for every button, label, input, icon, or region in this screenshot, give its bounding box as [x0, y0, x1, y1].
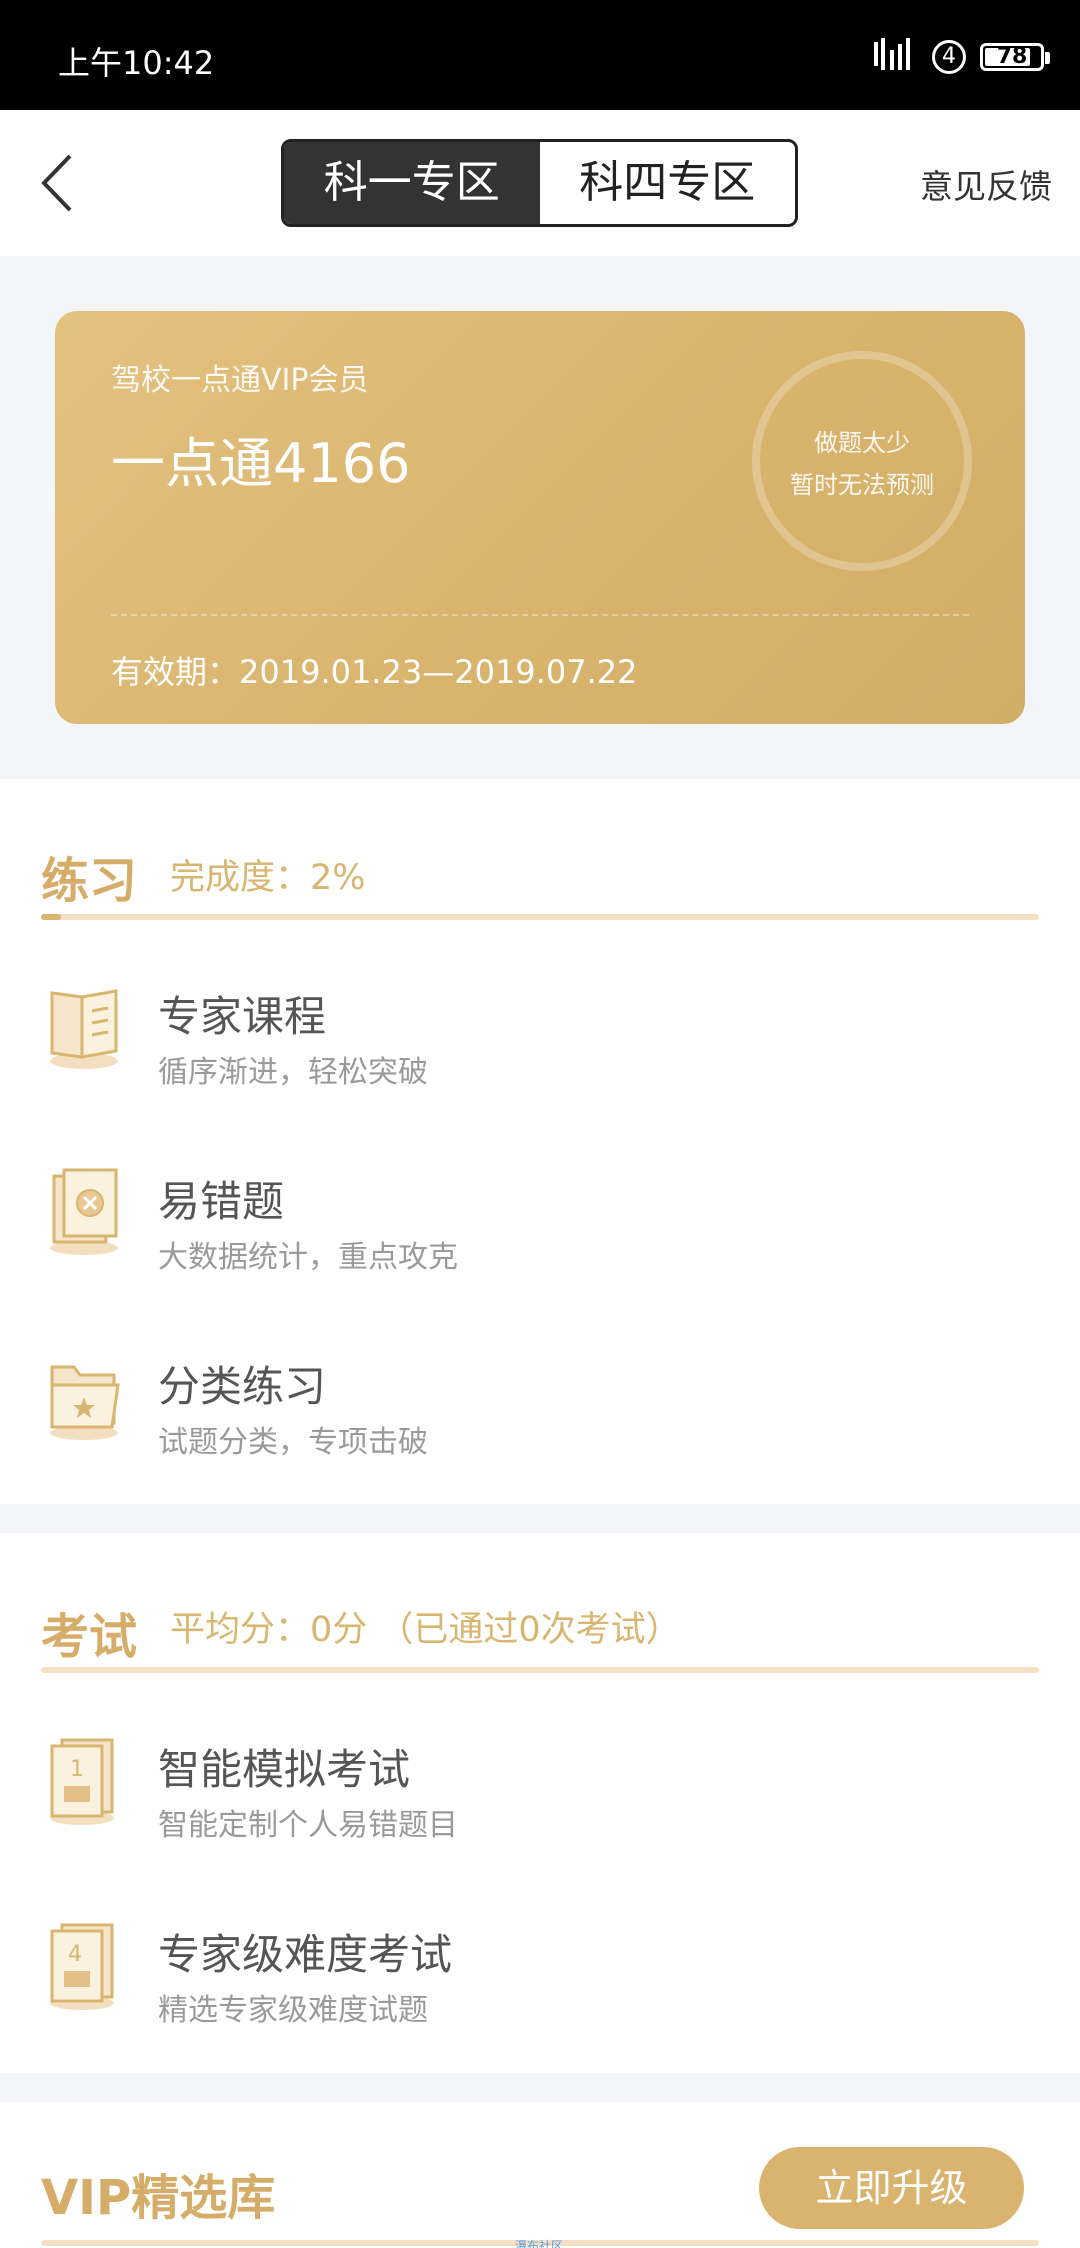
tab-subject-four[interactable]: 科四专区	[540, 142, 796, 224]
list-item-desc: 试题分类，专项击破	[158, 1425, 428, 1460]
battery-icon: 78	[980, 43, 1050, 71]
status-bar: 上午10:42 4 78	[0, 0, 1080, 110]
prediction-ring: 做题太少 暂时无法预测	[752, 351, 972, 571]
list-item-desc: 循序渐进，轻松突破	[158, 1055, 428, 1090]
practice-completion: 完成度：2%	[170, 858, 366, 898]
list-item-title: 分类练习	[158, 1362, 327, 1411]
list-item-expert-exam[interactable]: 4 专家级难度考试 精选专家级难度试题	[0, 1921, 1080, 2071]
feedback-link[interactable]: 意见反馈	[920, 160, 1052, 208]
folder-star-icon	[50, 1365, 120, 1440]
practice-progress-bar	[41, 914, 1039, 920]
nav-bar: 科一专区 科四专区 意见反馈	[0, 110, 1080, 256]
error-card-icon	[50, 1168, 118, 1255]
list-item-title: 专家级难度考试	[158, 1930, 453, 1979]
vip-validity: 有效期：2019.01.23—2019.07.22	[111, 653, 638, 691]
exam-section: 考试 平均分：0分 （已通过0次考试） 1 智能模拟考试 智能定制个人易错题目 …	[0, 1533, 1080, 2073]
exam-4-icon: 4	[50, 1923, 114, 2010]
practice-section: 练习 完成度：2% 专家课程 循序渐进，轻松突破 易错题 大数据统计，重点攻克	[0, 779, 1080, 1504]
list-item-title: 易错题	[158, 1177, 285, 1226]
vip-card: 驾校一点通VIP会员 一点通4166 做题太少 暂时无法预测 有效期：2019.…	[55, 311, 1025, 724]
list-item-error-prone[interactable]: 易错题 大数据统计，重点攻克	[0, 1168, 1080, 1318]
list-item-title: 专家课程	[158, 992, 327, 1041]
battery-level: 78	[996, 44, 1028, 69]
sim-slot-icon: 4	[932, 40, 966, 74]
tab-subject-one[interactable]: 科一专区	[284, 142, 540, 224]
list-item-desc: 精选专家级难度试题	[158, 1993, 428, 2028]
exam-title: 考试	[41, 1609, 138, 1665]
exam-summary: 平均分：0分 （已通过0次考试）	[170, 1610, 681, 1650]
exam-1-icon: 1	[50, 1738, 114, 1825]
list-item-category-practice[interactable]: 分类练习 试题分类，专项击破	[0, 1353, 1080, 1503]
subject-tabs: 科一专区 科四专区	[281, 139, 798, 227]
prediction-line-1: 做题太少	[814, 429, 910, 457]
vip-card-number: 一点通4166	[111, 432, 411, 495]
svg-text:4: 4	[68, 1942, 82, 1967]
vip-member-label: 驾校一点通VIP会员	[111, 363, 369, 398]
exam-divider	[41, 1667, 1039, 1673]
watermark: 瀑布社区	[515, 2239, 564, 2248]
signal-icon	[874, 38, 910, 70]
list-item-desc: 智能定制个人易错题目	[158, 1808, 458, 1843]
upgrade-button[interactable]: 立即升级	[759, 2147, 1024, 2229]
back-arrow-icon[interactable]	[38, 152, 78, 214]
vip-library-title: VIP精选库	[41, 2170, 276, 2226]
list-item-expert-course[interactable]: 专家课程 循序渐进，轻松突破	[0, 983, 1080, 1133]
list-item-desc: 大数据统计，重点攻克	[158, 1240, 458, 1275]
list-item-smart-mock-exam[interactable]: 1 智能模拟考试 智能定制个人易错题目	[0, 1736, 1080, 1886]
practice-progress-fill	[41, 914, 61, 920]
status-time: 上午10:42	[58, 44, 215, 82]
practice-title: 练习	[41, 853, 138, 909]
book-icon	[50, 989, 118, 1069]
card-divider	[111, 614, 969, 616]
prediction-line-2: 暂时无法预测	[790, 471, 934, 499]
svg-text:1: 1	[70, 1757, 84, 1782]
list-item-title: 智能模拟考试	[158, 1745, 411, 1794]
vip-library-section: VIP精选库 立即升级	[0, 2102, 1080, 2248]
